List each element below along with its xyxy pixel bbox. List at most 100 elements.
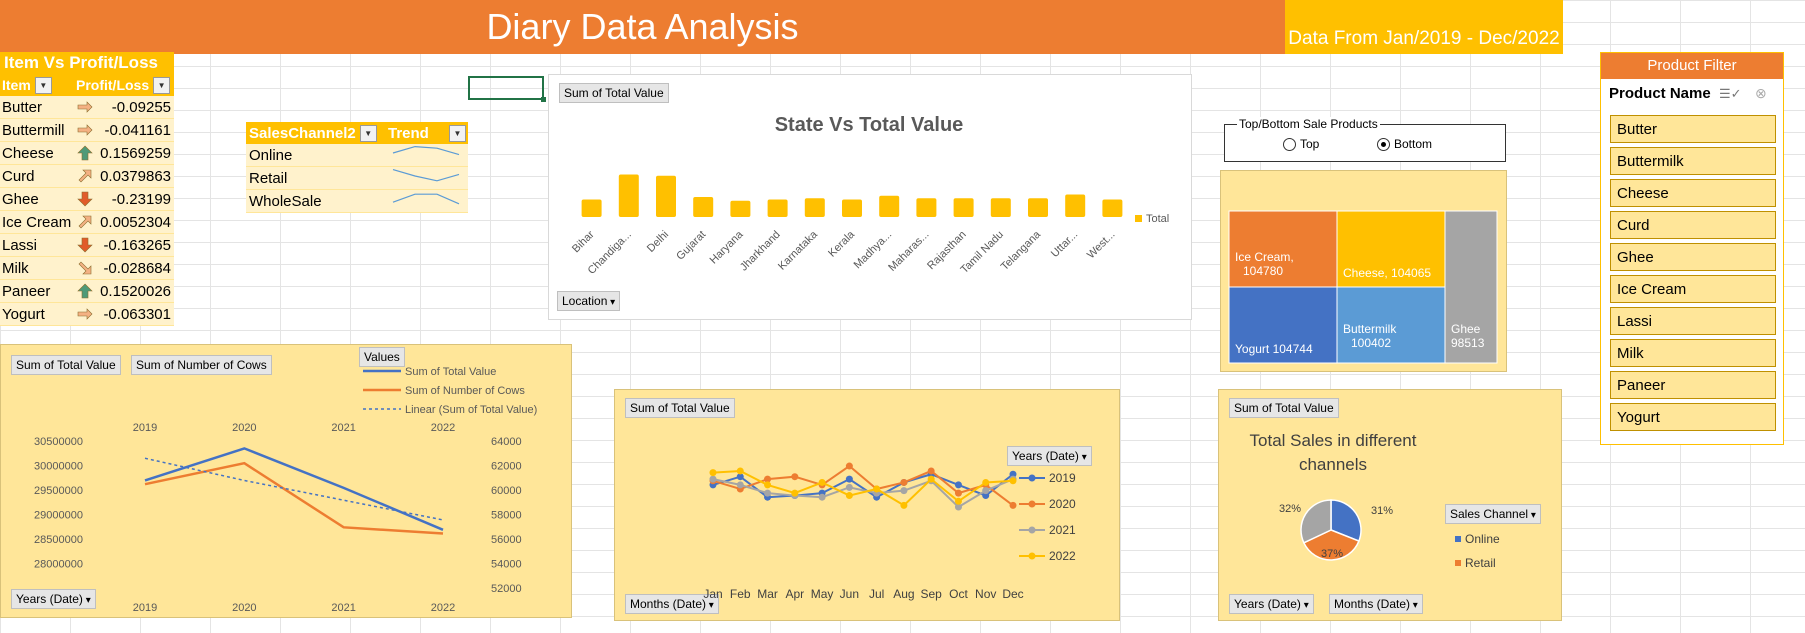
month-tick-label: Dec — [1002, 587, 1023, 601]
month-legend-label: 2021 — [1049, 523, 1076, 537]
up-right-arrow-icon — [78, 215, 92, 229]
profit-value: -0.063301 — [103, 305, 171, 323]
years-chart-panel[interactable]: Sum of Total Value Sum of Number of Cows… — [0, 344, 572, 618]
top-bottom-group: Top/Bottom Sale Products Top Bottom — [1224, 117, 1506, 162]
left-axis-tick: 28000000 — [34, 559, 83, 571]
sideways-arrow-icon — [77, 101, 93, 113]
trend-sparkline — [392, 145, 460, 156]
trend-sparkline — [392, 169, 460, 182]
sales-channel-name: Retail — [249, 169, 288, 187]
product-filter-item[interactable]: Ghee — [1610, 243, 1776, 271]
pivot-row: Lassi -0.163265 — [0, 234, 174, 257]
sales-channel-name: WholeSale — [249, 192, 322, 210]
option-top[interactable]: Top — [1283, 137, 1319, 151]
state-tick-label: Jharkhand — [738, 229, 783, 274]
profit-value: -0.041161 — [104, 121, 171, 139]
treemap-label: Yogurt 104744 — [1235, 342, 1313, 356]
year-top-label: 2022 — [431, 422, 455, 434]
month-tick-label: Jan — [703, 587, 722, 601]
profit-value: -0.09255 — [111, 98, 171, 116]
state-tick-label: Bihar — [570, 228, 597, 255]
month-point — [927, 475, 935, 483]
clear-filter-icon[interactable]: ⊗ — [1755, 85, 1767, 102]
left-axis-tick: 30500000 — [34, 436, 83, 448]
date-range-banner: Data From Jan/2019 - Dec/2022 — [1285, 0, 1563, 54]
state-chart-panel[interactable]: Sum of Total Value Location State Vs Tot… — [548, 74, 1192, 320]
pivot-header: Item Vs Profit/Loss — [0, 52, 174, 74]
left-axis-tick: 29000000 — [34, 510, 83, 522]
treemap-label: Ghee — [1451, 322, 1481, 336]
profit-cell: -0.09255 — [74, 98, 174, 116]
year-top-label: 2021 — [331, 422, 355, 434]
product-filter-item[interactable]: Lassi — [1610, 307, 1776, 335]
bottom-products-treemap-panel[interactable]: Ice Cream, 104780 Cheese, 104065 Ghee 98513 Y… — [1220, 170, 1507, 372]
state-bar — [1102, 199, 1123, 217]
pie-legend-swatch — [1455, 536, 1461, 542]
radio-bottom-selected-icon[interactable] — [1377, 137, 1390, 151]
treemap-value-label: 104780 — [1243, 264, 1283, 278]
month-tick-label: Mar — [757, 587, 778, 601]
sales-channel-dropdown-icon[interactable]: ▼ — [359, 124, 377, 142]
month-tick-label: Oct — [949, 587, 968, 601]
trend-dropdown-icon[interactable]: ▼ — [449, 124, 466, 142]
month-point — [818, 493, 826, 501]
product-filter-item[interactable]: Ice Cream — [1610, 275, 1776, 303]
radio-top-icon[interactable] — [1283, 137, 1296, 151]
item-name: Ghee — [2, 190, 39, 208]
product-filter-item[interactable]: Paneer — [1610, 371, 1776, 399]
month-tick-label: Nov — [975, 587, 996, 601]
sales-channel-pivot: SalesChannel2 ▼ Trend ▼ Online Retail Whol… — [246, 122, 468, 213]
item-name: Ice Cream — [2, 213, 72, 231]
down-arrow-icon — [77, 237, 93, 253]
option-bottom[interactable]: Bottom — [1377, 137, 1432, 151]
channels-chart-panel[interactable]: Sum of Total Value Sales Channel Years (… — [1218, 389, 1562, 621]
month-legend-marker — [1028, 526, 1036, 534]
item-name: Paneer — [2, 282, 51, 300]
month-point — [900, 487, 908, 495]
product-filter-item[interactable]: Milk — [1610, 339, 1776, 367]
product-filter-item[interactable]: Yogurt — [1610, 403, 1776, 431]
profit-filter-dropdown-icon[interactable]: ▼ — [153, 76, 171, 94]
month-point — [982, 487, 990, 495]
pivot-row: Yogurt -0.063301 — [0, 303, 174, 326]
sales-channel-row: WholeSale — [246, 190, 468, 213]
profit-value: -0.028684 — [103, 259, 171, 277]
month-point — [791, 489, 799, 497]
months-line-chart: Jan Feb Mar Apr May Jun Jul Aug Sep Oct Nov Dec 2019… — [703, 462, 1076, 601]
item-name: Buttermill — [2, 121, 65, 139]
left-axis-tick: 28500000 — [34, 534, 83, 546]
state-tick-label: Kerala — [826, 228, 858, 260]
product-filter-item[interactable]: Cheese — [1610, 179, 1776, 207]
state-bar — [767, 199, 788, 217]
treemap-value-label: 98513 — [1451, 336, 1485, 350]
state-bar — [693, 197, 714, 217]
sideways-arrow-icon — [77, 308, 93, 320]
left-axis-tick: 29500000 — [34, 485, 83, 497]
active-cell-selection[interactable] — [468, 76, 546, 102]
product-filter-item[interactable]: Butter — [1610, 115, 1776, 143]
treemap-label: Buttermilk — [1343, 322, 1397, 336]
profit-cell: 0.0379863 — [74, 167, 174, 185]
bottom-products-treemap: Ice Cream,104780 Cheese, 104065 Ghee98513 Y… — [1228, 210, 1498, 364]
profit-cell: -0.041161 — [74, 121, 174, 139]
pie-legend-label: Retail — [1465, 556, 1496, 570]
months-chart-panel[interactable]: Sum of Total Value Years (Date) Months (… — [614, 389, 1120, 621]
product-filter-item[interactable]: Buttermilk — [1610, 147, 1776, 175]
slicer-field-name: Product Name — [1609, 85, 1711, 102]
state-tick-label: Maharas... — [886, 229, 931, 274]
legend-total-swatch — [1135, 215, 1142, 222]
item-filter-dropdown-icon[interactable]: ▼ — [34, 76, 52, 94]
profit-value: -0.163265 — [103, 236, 171, 254]
right-axis-tick: 62000 — [491, 461, 522, 473]
year-bottom-label: 2022 — [431, 602, 455, 614]
multi-select-icon[interactable]: ☰✓ — [1719, 86, 1742, 102]
dashboard-title: Diary Data Analysis — [0, 0, 1285, 54]
state-tick-label: Delhi — [645, 229, 671, 255]
pivot-row: Buttermill -0.041161 — [0, 119, 174, 142]
left-axis-tick: 30000000 — [34, 461, 83, 473]
month-tick-label: Jul — [869, 587, 884, 601]
years-series-line — [144, 447, 444, 531]
month-point — [736, 467, 744, 475]
profit-value: 0.1569259 — [100, 144, 171, 162]
product-filter-item[interactable]: Curd — [1610, 211, 1776, 239]
